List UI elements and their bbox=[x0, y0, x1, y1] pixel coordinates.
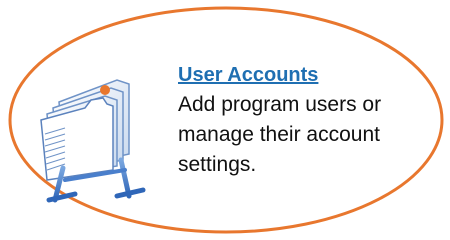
user-accounts-link[interactable]: User Accounts bbox=[178, 62, 318, 88]
user-accounts-tile[interactable]: User Accounts Add program users or manag… bbox=[20, 22, 430, 218]
tile-description: Add program users or manage their accoun… bbox=[178, 93, 382, 176]
rolodex-card-file-icon[interactable] bbox=[25, 50, 185, 210]
user-accounts-panel: User Accounts Add program users or manag… bbox=[0, 0, 450, 240]
tile-text: User Accounts Add program users or manag… bbox=[178, 62, 438, 180]
